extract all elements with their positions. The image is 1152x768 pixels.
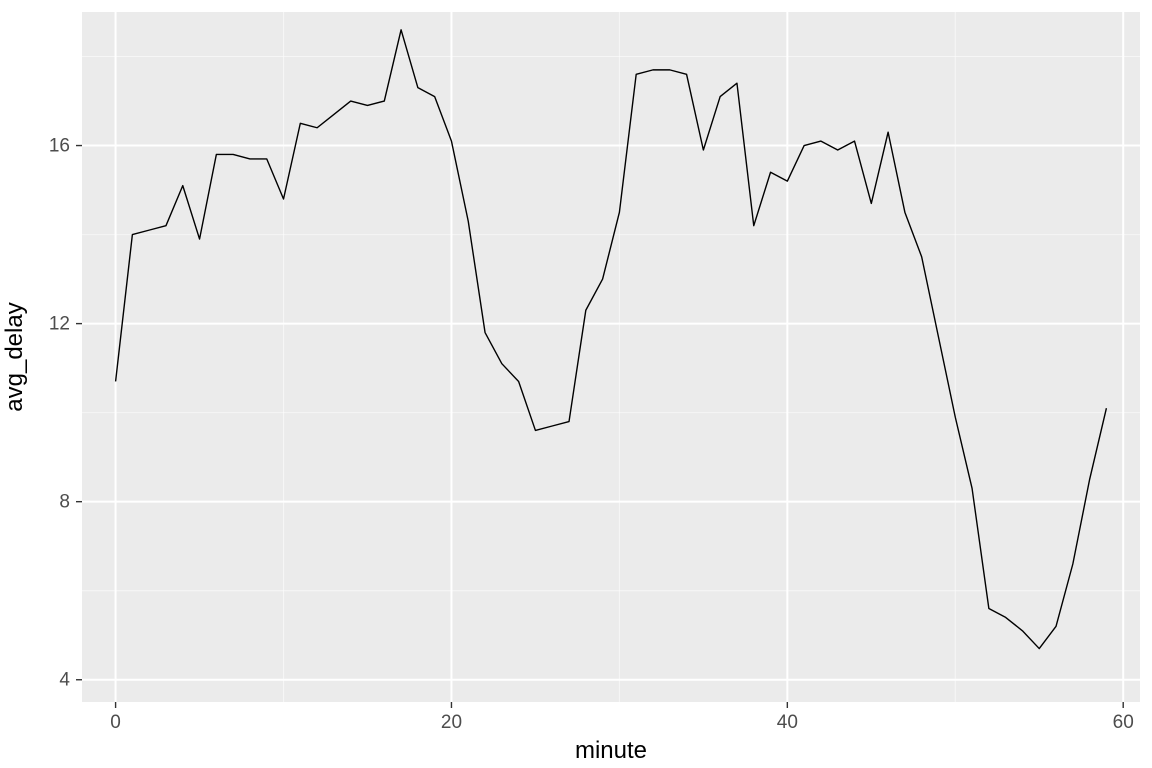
x-tick-label: 60 — [1113, 712, 1134, 733]
x-axis-title: minute — [575, 737, 647, 764]
y-tick-label: 4 — [59, 670, 70, 691]
x-tick-label: 0 — [110, 712, 121, 733]
y-tick-label: 16 — [49, 136, 70, 157]
x-tick-label: 40 — [777, 712, 798, 733]
line-chart: 0 20 40 60 4 8 12 16 minute avg_delay — [0, 0, 1152, 768]
chart-svg: 0 20 40 60 4 8 12 16 minute avg_delay — [0, 0, 1152, 768]
y-tick-label: 8 — [59, 492, 70, 513]
plot-panel — [82, 12, 1140, 702]
y-axis-title: avg_delay — [1, 302, 28, 411]
y-tick-label: 12 — [49, 314, 70, 335]
x-tick-label: 20 — [441, 712, 462, 733]
